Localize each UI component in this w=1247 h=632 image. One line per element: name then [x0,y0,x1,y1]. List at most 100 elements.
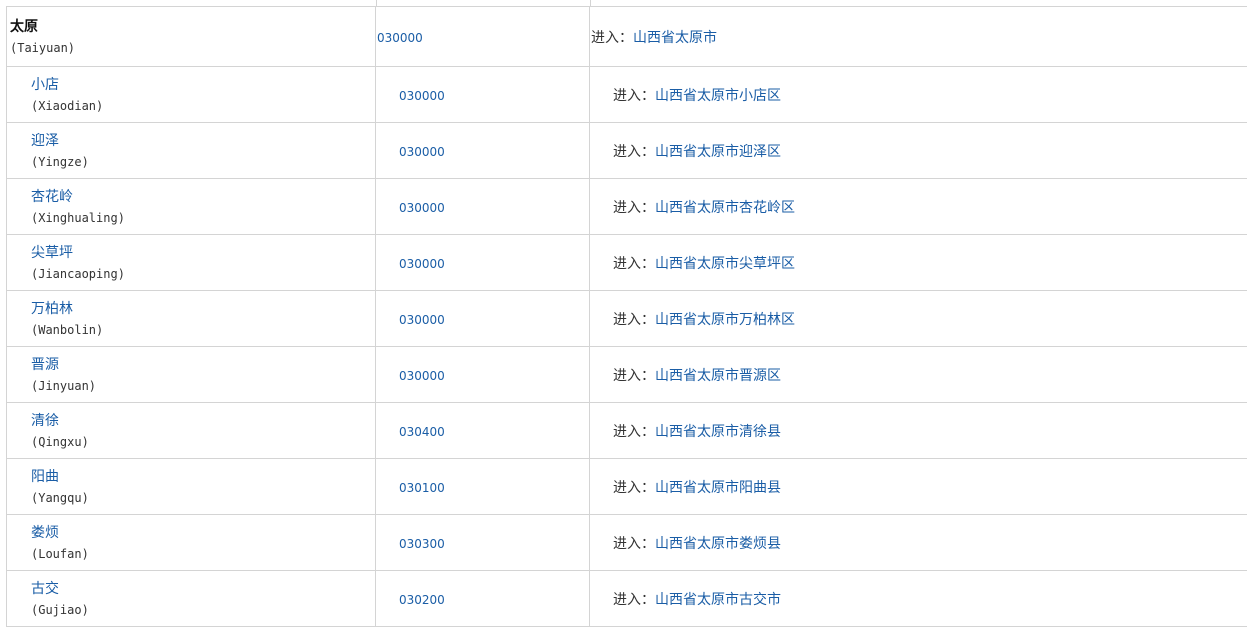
place-name-link[interactable]: 小店 [31,76,375,94]
region-link[interactable]: 山西省太原市小店区 [655,88,781,104]
postal-code-cell: 030000 [375,6,590,67]
postal-code-table: 太原 (Taiyuan) 030000 进入：山西省太原市 小店 (Xiaodi… [6,6,1247,627]
place-name-cell: 清徐 (Qingxu) [6,402,376,459]
postal-code-cell: 030300 [375,514,590,571]
enter-label: 进入： [613,367,655,384]
enter-label: 进入： [613,199,655,216]
enter-region-cell: 进入：山西省太原市杏花岭区 [589,178,1247,235]
postal-code-link[interactable]: 030000 [399,89,445,103]
place-name-cell: 古交 (Gujiao) [6,570,376,627]
enter-region-cell: 进入：山西省太原市阳曲县 [589,458,1247,515]
postal-code-link[interactable]: 030000 [399,201,445,215]
enter-region-cell: 进入：山西省太原市小店区 [589,66,1247,123]
region-link[interactable]: 山西省太原市晋源区 [655,368,781,384]
place-name-cell: 太原 (Taiyuan) [6,6,376,67]
place-name-link[interactable]: 晋源 [31,356,375,374]
place-pinyin: (Taiyuan) [10,40,76,55]
place-pinyin: (Jiancaoping) [31,266,125,281]
place-name-link[interactable]: 尖草坪 [31,244,375,262]
place-name-cell: 小店 (Xiaodian) [6,66,376,123]
enter-label: 进入： [613,479,655,496]
table-row: 晋源 (Jinyuan) 030000 进入：山西省太原市晋源区 [6,346,1247,403]
place-name-link[interactable]: 古交 [31,580,375,598]
enter-region-cell: 进入：山西省太原市晋源区 [589,346,1247,403]
place-pinyin: (Yingze) [31,154,89,169]
table-row: 娄烦 (Loufan) 030300 进入：山西省太原市娄烦县 [6,514,1247,571]
region-link[interactable]: 山西省太原市 [633,30,717,46]
postal-code-cell: 030000 [375,66,590,123]
place-name-link[interactable]: 太原 [10,18,375,36]
place-name-link[interactable]: 娄烦 [31,524,375,542]
enter-region-cell: 进入：山西省太原市尖草坪区 [589,234,1247,291]
enter-label: 进入： [591,29,633,46]
postal-code-link[interactable]: 030000 [399,369,445,383]
postal-code-cell: 030400 [375,402,590,459]
enter-label: 进入： [613,423,655,440]
enter-label: 进入： [613,87,655,104]
region-link[interactable]: 山西省太原市杏花岭区 [655,200,795,216]
place-pinyin: (Wanbolin) [31,322,104,337]
enter-label: 进入： [613,535,655,552]
region-link[interactable]: 山西省太原市阳曲县 [655,480,781,496]
place-name-cell: 娄烦 (Loufan) [6,514,376,571]
place-name-link[interactable]: 清徐 [31,412,375,430]
enter-region-cell: 进入：山西省太原市迎泽区 [589,122,1247,179]
place-pinyin: (Xiaodian) [31,98,104,113]
table-row: 迎泽 (Yingze) 030000 进入：山西省太原市迎泽区 [6,122,1247,179]
place-pinyin: (Yangqu) [31,490,89,505]
postal-code-link[interactable]: 030200 [399,593,445,607]
region-link[interactable]: 山西省太原市娄烦县 [655,536,781,552]
enter-label: 进入： [613,143,655,160]
postal-code-cell: 030200 [375,570,590,627]
enter-label: 进入： [613,591,655,608]
table-row: 万柏林 (Wanbolin) 030000 进入：山西省太原市万柏林区 [6,290,1247,347]
place-name-cell: 阳曲 (Yangqu) [6,458,376,515]
postal-code-link[interactable]: 030000 [377,31,423,45]
table-row: 古交 (Gujiao) 030200 进入：山西省太原市古交市 [6,570,1247,627]
place-name-cell: 杏花岭 (Xinghualing) [6,178,376,235]
enter-label: 进入： [613,255,655,272]
postal-code-cell: 030000 [375,234,590,291]
place-name-link[interactable]: 迎泽 [31,132,375,150]
enter-region-cell: 进入：山西省太原市古交市 [589,570,1247,627]
place-pinyin: (Gujiao) [31,602,89,617]
place-pinyin: (Qingxu) [31,434,89,449]
table-row: 清徐 (Qingxu) 030400 进入：山西省太原市清徐县 [6,402,1247,459]
enter-region-cell: 进入：山西省太原市清徐县 [589,402,1247,459]
place-name-cell: 尖草坪 (Jiancaoping) [6,234,376,291]
table-row: 杏花岭 (Xinghualing) 030000 进入：山西省太原市杏花岭区 [6,178,1247,235]
enter-region-cell: 进入：山西省太原市万柏林区 [589,290,1247,347]
region-link[interactable]: 山西省太原市尖草坪区 [655,256,795,272]
postal-code-link[interactable]: 030000 [399,145,445,159]
place-name-link[interactable]: 杏花岭 [31,188,375,206]
postal-code-link[interactable]: 030000 [399,313,445,327]
region-link[interactable]: 山西省太原市万柏林区 [655,312,795,328]
postal-code-cell: 030100 [375,458,590,515]
postal-code-link[interactable]: 030000 [399,257,445,271]
place-name-link[interactable]: 阳曲 [31,468,375,486]
region-link[interactable]: 山西省太原市迎泽区 [655,144,781,160]
postal-code-rows: 太原 (Taiyuan) 030000 进入：山西省太原市 小店 (Xiaodi… [6,6,1247,627]
table-row: 小店 (Xiaodian) 030000 进入：山西省太原市小店区 [6,66,1247,123]
postal-code-link[interactable]: 030300 [399,537,445,551]
postal-code-cell: 030000 [375,346,590,403]
postal-code-cell: 030000 [375,178,590,235]
place-name-cell: 迎泽 (Yingze) [6,122,376,179]
place-pinyin: (Xinghualing) [31,210,125,225]
table-row-city: 太原 (Taiyuan) 030000 进入：山西省太原市 [6,6,1247,67]
place-pinyin: (Loufan) [31,546,89,561]
region-link[interactable]: 山西省太原市古交市 [655,592,781,608]
place-name-cell: 晋源 (Jinyuan) [6,346,376,403]
region-link[interactable]: 山西省太原市清徐县 [655,424,781,440]
table-row: 阳曲 (Yangqu) 030100 进入：山西省太原市阳曲县 [6,458,1247,515]
enter-region-cell: 进入：山西省太原市 [589,6,1247,67]
table-row: 尖草坪 (Jiancaoping) 030000 进入：山西省太原市尖草坪区 [6,234,1247,291]
postal-code-link[interactable]: 030100 [399,481,445,495]
place-pinyin: (Jinyuan) [31,378,97,393]
postal-code-cell: 030000 [375,290,590,347]
postal-code-cell: 030000 [375,122,590,179]
postal-code-link[interactable]: 030400 [399,425,445,439]
enter-region-cell: 进入：山西省太原市娄烦县 [589,514,1247,571]
place-name-link[interactable]: 万柏林 [31,300,375,318]
place-name-cell: 万柏林 (Wanbolin) [6,290,376,347]
